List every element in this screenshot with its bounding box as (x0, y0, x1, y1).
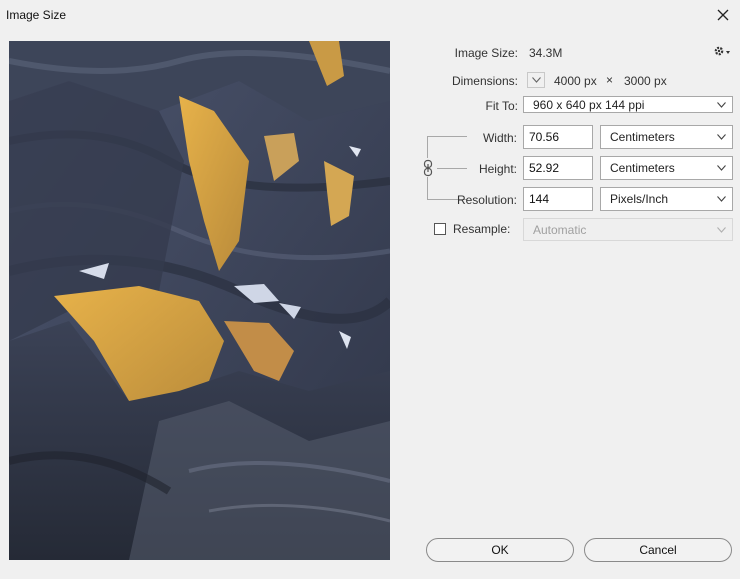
chevron-down-icon (717, 226, 726, 233)
image-preview[interactable] (9, 41, 390, 560)
chevron-down-icon (717, 101, 726, 108)
dimensions-height: 3000 px (624, 74, 667, 88)
resample-label: Resample: (453, 222, 511, 236)
height-label: Height: (478, 162, 517, 176)
chevron-down-icon (717, 196, 726, 202)
settings-button[interactable] (712, 43, 732, 59)
resolution-unit-value: Pixels/Inch (610, 192, 669, 206)
fit-to-value: 960 x 640 px 144 ppi (533, 97, 645, 112)
image-size-value: 34.3M (529, 46, 563, 60)
title-bar: Image Size (0, 0, 740, 30)
chevron-down-icon (531, 77, 541, 83)
dimensions-label: Dimensions: (451, 74, 518, 88)
dimensions-units-toggle[interactable] (527, 72, 545, 88)
height-unit-value: Centimeters (610, 161, 675, 175)
cancel-button-label: Cancel (639, 543, 677, 557)
resolution-label: Resolution: (456, 193, 517, 207)
image-size-label: Image Size: (454, 46, 518, 60)
width-value: 70.56 (529, 130, 560, 144)
cancel-button[interactable]: Cancel (584, 538, 732, 562)
width-unit-value: Centimeters (610, 130, 675, 144)
ok-button-label: OK (491, 543, 509, 557)
ok-button[interactable]: OK (426, 538, 574, 562)
width-unit-select[interactable]: Centimeters (600, 125, 733, 149)
constrain-bracket-top-vertical (427, 136, 428, 158)
resample-method-select: Automatic (523, 218, 733, 241)
window-title: Image Size (6, 8, 67, 22)
constrain-bracket-bottom-vertical (427, 177, 428, 199)
resolution-input[interactable]: 144 (523, 187, 593, 211)
chevron-down-icon (717, 165, 726, 171)
width-input[interactable]: 70.56 (523, 125, 593, 149)
resolution-value: 144 (529, 192, 550, 206)
dimensions-width: 4000 px (554, 74, 597, 88)
height-value: 52.92 (529, 161, 560, 175)
fit-to-select[interactable]: 960 x 640 px 144 ppi (523, 96, 733, 113)
width-label: Width: (482, 131, 517, 145)
height-unit-select[interactable]: Centimeters (600, 156, 733, 180)
chevron-down-icon (717, 134, 726, 140)
resample-checkbox[interactable] (434, 223, 446, 235)
fit-to-label: Fit To: (485, 99, 518, 113)
gear-icon (714, 46, 730, 56)
mountain-preview-image (9, 41, 390, 560)
close-button[interactable] (712, 4, 734, 26)
resample-method-value: Automatic (533, 222, 587, 237)
resolution-unit-select[interactable]: Pixels/Inch (600, 187, 733, 211)
height-input[interactable]: 52.92 (523, 156, 593, 180)
dimensions-times: × (606, 73, 614, 87)
close-icon (717, 9, 729, 21)
